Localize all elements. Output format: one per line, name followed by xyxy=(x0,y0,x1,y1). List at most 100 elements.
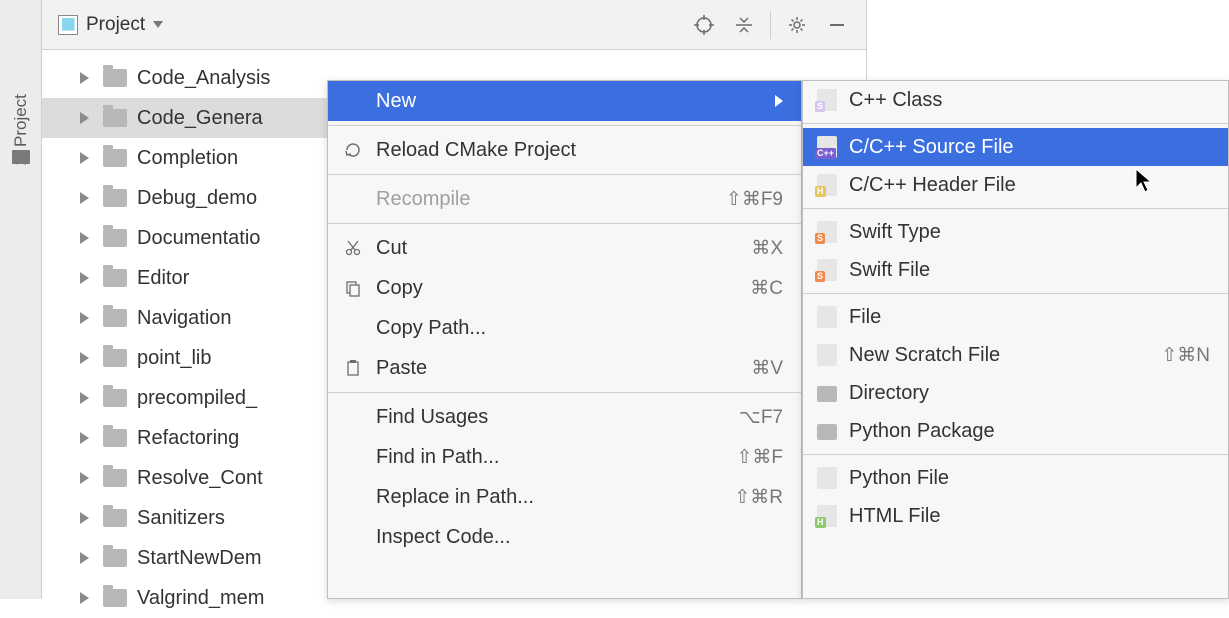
minimize-icon[interactable] xyxy=(825,13,849,37)
menu-item[interactable]: Replace in Path...⇧⌘R xyxy=(328,477,801,517)
blank-icon xyxy=(342,406,364,428)
menu-shortcut: ⌘V xyxy=(751,357,783,380)
expand-arrow-icon[interactable] xyxy=(80,72,89,84)
folder-icon xyxy=(103,109,127,127)
folder-icon xyxy=(103,269,127,287)
blank-icon xyxy=(342,486,364,508)
submenu-item-label: File xyxy=(849,306,1210,329)
submenu-item-label: New Scratch File xyxy=(849,344,1161,367)
blank-icon xyxy=(342,446,364,468)
submenu-item[interactable]: H C/C++ Header File xyxy=(803,166,1228,204)
menu-item-label: Find Usages xyxy=(376,406,739,429)
expand-arrow-icon[interactable] xyxy=(80,392,89,404)
menu-separator xyxy=(328,392,801,393)
menu-item-label: Replace in Path... xyxy=(376,486,734,509)
file-type-icon: H xyxy=(817,174,837,196)
menu-item[interactable]: Copy Path... xyxy=(328,308,801,348)
expand-arrow-icon[interactable] xyxy=(80,232,89,244)
menu-item[interactable]: Paste⌘V xyxy=(328,348,801,388)
submenu-item[interactable]: SSwift Type xyxy=(803,213,1228,251)
submenu-item-label: C/C++ Header File xyxy=(849,174,1210,197)
expand-arrow-icon[interactable] xyxy=(80,592,89,604)
menu-item-label: Cut xyxy=(376,237,751,260)
expand-arrow-icon[interactable] xyxy=(80,552,89,564)
expand-arrow-icon[interactable] xyxy=(80,512,89,524)
menu-separator xyxy=(803,293,1228,294)
submenu-item[interactable]: File xyxy=(803,298,1228,336)
tree-item-label: Editor xyxy=(137,267,189,290)
blank-icon xyxy=(342,90,364,112)
expand-arrow-icon[interactable] xyxy=(80,192,89,204)
expand-arrow-icon[interactable] xyxy=(80,272,89,284)
tree-item-label: Documentatio xyxy=(137,227,260,250)
menu-separator xyxy=(803,208,1228,209)
context-menu: NewReload CMake ProjectRecompile⇧⌘F9Cut⌘… xyxy=(327,80,802,599)
reload-icon xyxy=(342,139,364,161)
target-icon[interactable] xyxy=(692,13,716,37)
expand-arrow-icon[interactable] xyxy=(80,432,89,444)
submenu-item[interactable]: SC++ Class xyxy=(803,81,1228,119)
file-type-icon: H xyxy=(817,505,837,527)
expand-arrow-icon[interactable] xyxy=(80,112,89,124)
toolbar-divider xyxy=(770,11,771,39)
folder-icon xyxy=(103,309,127,327)
submenu-item-label: Directory xyxy=(849,382,1210,405)
expand-arrow-icon[interactable] xyxy=(80,472,89,484)
expand-arrow-icon[interactable] xyxy=(80,152,89,164)
blank-icon xyxy=(342,526,364,548)
submenu-item[interactable]: Python Package xyxy=(803,412,1228,450)
paste-icon xyxy=(342,357,364,379)
new-submenu: SC++ Class C++C/C++ Source File H C/C++ Hea… xyxy=(802,80,1229,599)
folder-icon xyxy=(103,509,127,527)
vertical-tab-bar: 1: Project xyxy=(0,0,42,599)
folder-icon xyxy=(103,149,127,167)
expand-arrow-icon[interactable] xyxy=(80,352,89,364)
tree-item-label: Navigation xyxy=(137,307,232,330)
submenu-item-label: Python Package xyxy=(849,420,1210,443)
menu-shortcut: ⇧⌘F9 xyxy=(726,188,783,211)
submenu-item[interactable]: C++C/C++ Source File xyxy=(803,128,1228,166)
submenu-item[interactable]: SSwift File xyxy=(803,251,1228,289)
project-tab-icon xyxy=(12,150,30,164)
folder-icon xyxy=(103,469,127,487)
tree-item-label: StartNewDem xyxy=(137,547,261,570)
menu-shortcut: ⌥F7 xyxy=(739,406,783,429)
menu-item-label: Copy Path... xyxy=(376,317,783,340)
file-type-icon xyxy=(817,467,837,489)
menu-item[interactable]: Find in Path...⇧⌘F xyxy=(328,437,801,477)
submenu-item[interactable]: Directory xyxy=(803,374,1228,412)
submenu-item[interactable]: New Scratch File⇧⌘N xyxy=(803,336,1228,374)
tree-item-label: Valgrind_mem xyxy=(137,587,264,610)
menu-item-label: Inspect Code... xyxy=(376,526,783,549)
menu-item[interactable]: Find Usages⌥F7 xyxy=(328,397,801,437)
tree-item-label: point_lib xyxy=(137,347,212,370)
collapse-icon[interactable] xyxy=(732,13,756,37)
menu-item-label: New xyxy=(376,90,765,113)
menu-item[interactable]: New xyxy=(328,81,801,121)
menu-item[interactable]: Inspect Code... xyxy=(328,517,801,557)
menu-item-label: Reload CMake Project xyxy=(376,139,783,162)
file-type-icon xyxy=(817,344,837,366)
gear-icon[interactable] xyxy=(785,13,809,37)
project-icon xyxy=(58,15,78,35)
project-title[interactable]: Project xyxy=(86,14,145,36)
chevron-down-icon[interactable] xyxy=(153,21,163,28)
tree-item-label: Resolve_Cont xyxy=(137,467,263,490)
submenu-item-label: Swift Type xyxy=(849,221,1210,244)
submenu-item[interactable]: Python File xyxy=(803,459,1228,497)
menu-shortcut: ⇧⌘F xyxy=(736,446,783,469)
submenu-item[interactable]: H HTML File xyxy=(803,497,1228,535)
folder-icon xyxy=(817,420,837,442)
blank-icon xyxy=(342,317,364,339)
menu-item-label: Recompile xyxy=(376,188,726,211)
folder-icon xyxy=(103,229,127,247)
file-type-icon: S xyxy=(817,259,837,281)
menu-item[interactable]: Reload CMake Project xyxy=(328,130,801,170)
menu-item-label: Paste xyxy=(376,357,751,380)
folder-icon xyxy=(103,549,127,567)
expand-arrow-icon[interactable] xyxy=(80,312,89,324)
menu-item[interactable]: Copy⌘C xyxy=(328,268,801,308)
menu-item[interactable]: Cut⌘X xyxy=(328,228,801,268)
menu-separator xyxy=(328,125,801,126)
submenu-item-label: HTML File xyxy=(849,505,1210,528)
